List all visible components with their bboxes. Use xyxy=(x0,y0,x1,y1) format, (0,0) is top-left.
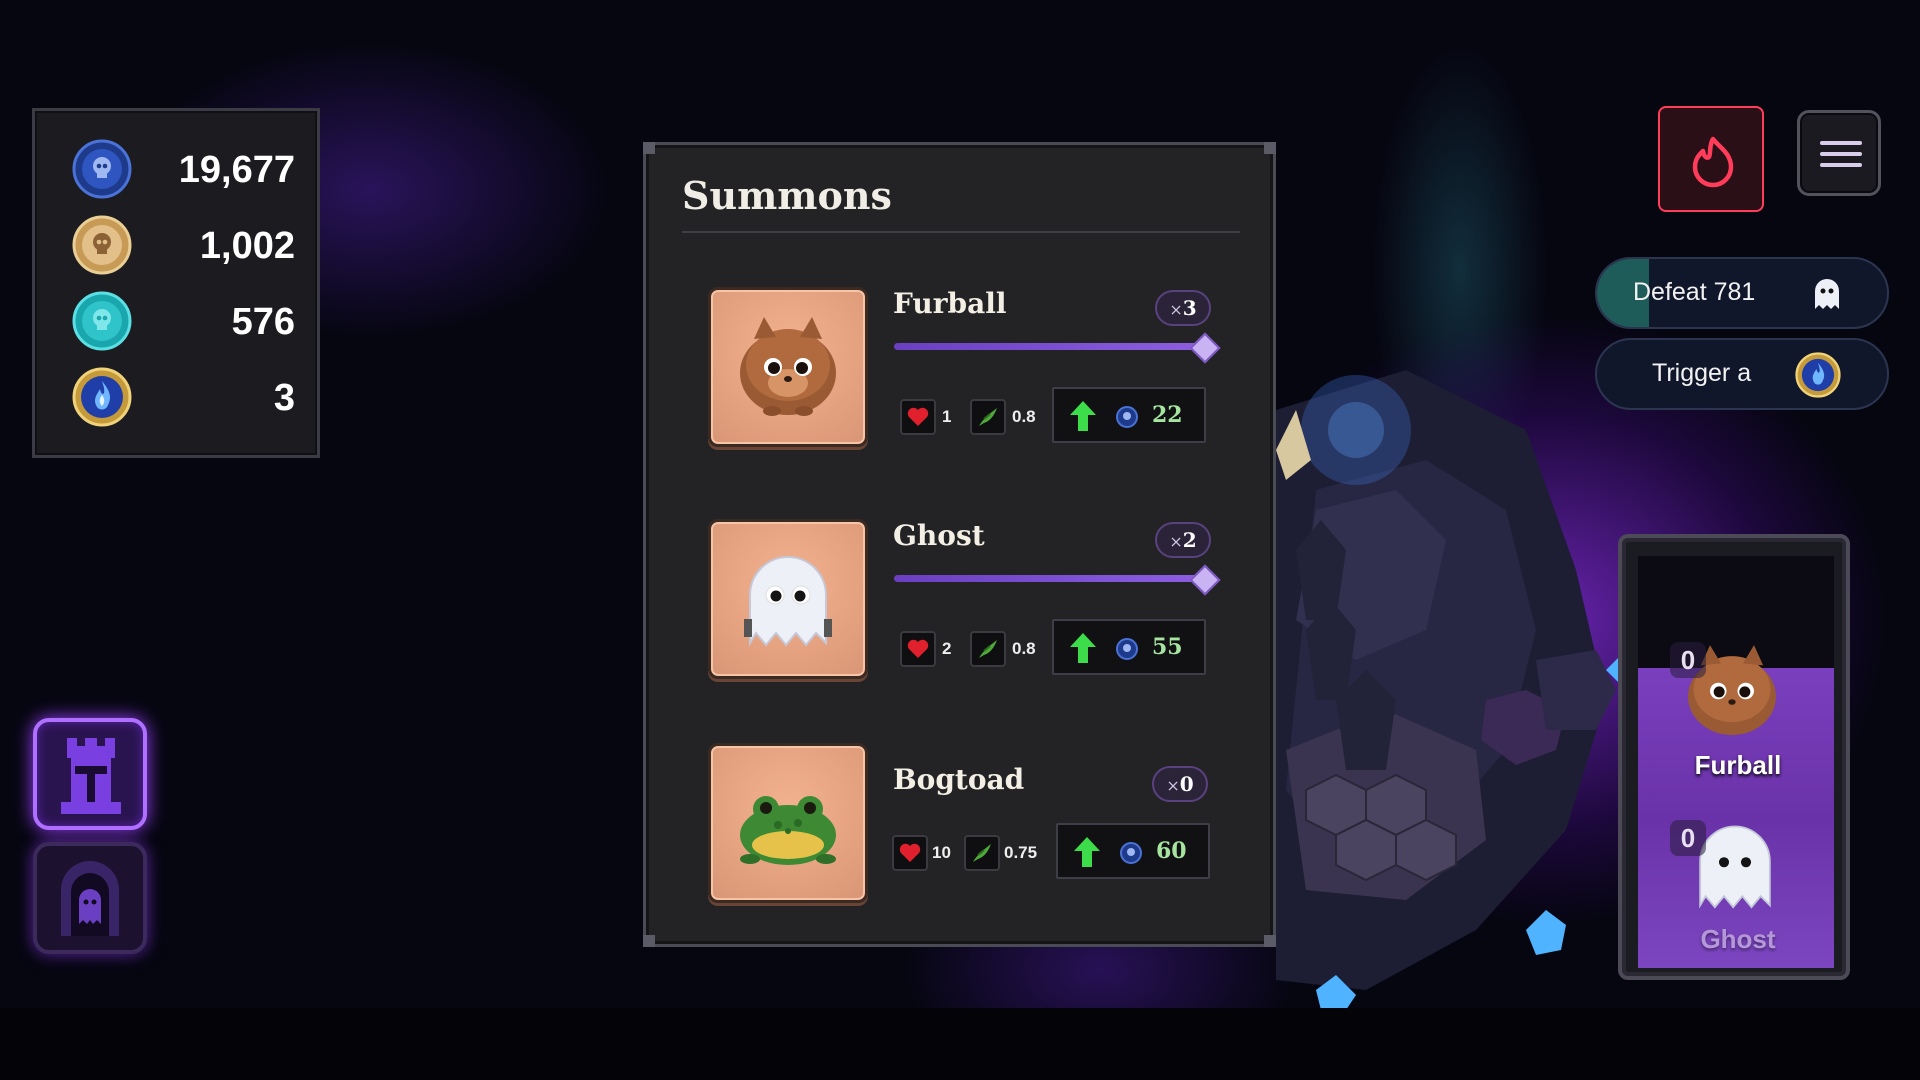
flame-icon xyxy=(1692,136,1734,188)
heart-icon xyxy=(900,399,936,435)
unit-count-badge: ×3 xyxy=(1155,290,1211,326)
currency-value: 1,002 xyxy=(199,225,295,267)
heart-icon xyxy=(900,631,936,667)
unit-count-badge: ×2 xyxy=(1155,522,1211,558)
fire-ability-button[interactable] xyxy=(1658,106,1764,212)
gold-skull-coin-icon xyxy=(72,215,132,275)
furball-portrait[interactable] xyxy=(708,287,868,447)
unit-slider[interactable] xyxy=(894,343,1204,350)
blue-skull-coin-icon xyxy=(1116,638,1138,660)
tower-build-icon xyxy=(61,738,121,814)
upgrade-button[interactable]: 22 xyxy=(1052,387,1206,443)
quest-trigger[interactable]: Trigger a xyxy=(1595,338,1889,410)
upgrade-cost: 55 xyxy=(1152,634,1183,660)
summon-gate-button[interactable] xyxy=(33,842,147,954)
unit-name: Furball xyxy=(893,287,1007,320)
speed-value: 0.75 xyxy=(1004,843,1038,862)
teal-skull-coin-icon xyxy=(72,291,132,351)
summon-card-bogtoad: Bogtoad ×0 10 0.75 60 xyxy=(646,743,1279,913)
currency-value: 3 xyxy=(273,377,295,419)
menu-button[interactable] xyxy=(1797,110,1881,196)
panel-title: Summons xyxy=(682,173,892,218)
summons-panel: Summons Furball ×3 1 0.8 22 Ghost ×2 2 0… xyxy=(643,142,1276,947)
unit-count-badge: ×0 xyxy=(1152,766,1208,802)
roster-unit-name: Ghost xyxy=(1700,924,1776,954)
quest-defeat[interactable]: Defeat 781 xyxy=(1595,257,1889,329)
upgrade-arrow-icon xyxy=(1074,837,1100,867)
currency-row: 3 xyxy=(35,363,323,433)
ghost-portrait[interactable] xyxy=(708,519,868,679)
speed-value: 0.8 xyxy=(1012,639,1036,658)
roster-count: 0 xyxy=(1670,642,1706,678)
quest-text: Trigger a xyxy=(1652,359,1752,387)
ghost-icon xyxy=(1815,279,1839,309)
build-tower-button[interactable] xyxy=(33,718,147,830)
health-value: 10 xyxy=(932,843,951,862)
heart-icon xyxy=(892,835,928,871)
currency-row: 1,002 xyxy=(35,211,323,281)
upgrade-arrow-icon xyxy=(1070,633,1096,663)
currency-value: 19,677 xyxy=(178,149,295,191)
summon-card-ghost: Ghost ×2 2 0.8 55 xyxy=(646,519,1279,689)
title-divider xyxy=(682,231,1240,233)
ghost-summon-gate-icon xyxy=(61,861,119,936)
unit-name: Bogtoad xyxy=(893,763,1025,796)
bogtoad-portrait[interactable] xyxy=(708,743,868,903)
bottom-letterbox xyxy=(0,1008,1920,1080)
speed-wing-icon xyxy=(970,631,1006,667)
blue-flame-medal-icon xyxy=(1795,352,1841,398)
roster-count: 0 xyxy=(1670,820,1706,856)
blue-flame-medal-icon xyxy=(72,367,132,427)
currency-row: 576 xyxy=(35,287,323,357)
upgrade-button[interactable]: 60 xyxy=(1056,823,1210,879)
currency-row: 19,677 xyxy=(35,135,323,205)
speed-wing-icon xyxy=(964,835,1000,871)
blue-skull-coin-icon xyxy=(72,139,132,199)
unit-roster-panel: 0 Furball 0 Ghost xyxy=(1618,534,1850,980)
summon-card-furball: Furball ×3 1 0.8 22 xyxy=(646,287,1279,457)
blue-skull-coin-icon xyxy=(1120,842,1142,864)
unit-slider[interactable] xyxy=(894,575,1204,582)
blue-skull-coin-icon xyxy=(1116,406,1138,428)
upgrade-cost: 22 xyxy=(1152,402,1183,428)
currency-panel: 19,677 1,002 576 3 xyxy=(32,108,320,458)
slider-handle[interactable] xyxy=(1189,564,1221,596)
speed-wing-icon xyxy=(970,399,1006,435)
upgrade-button[interactable]: 55 xyxy=(1052,619,1206,675)
upgrade-cost: 60 xyxy=(1156,838,1187,864)
unit-name: Ghost xyxy=(893,519,985,552)
health-value: 2 xyxy=(942,639,952,658)
upgrade-arrow-icon xyxy=(1070,401,1096,431)
roster-unit-name: Furball xyxy=(1694,750,1782,780)
quest-text: Defeat 781 xyxy=(1633,278,1756,306)
currency-value: 576 xyxy=(231,301,295,343)
speed-value: 0.8 xyxy=(1012,407,1036,426)
health-value: 1 xyxy=(942,407,952,426)
slider-handle[interactable] xyxy=(1189,332,1221,364)
